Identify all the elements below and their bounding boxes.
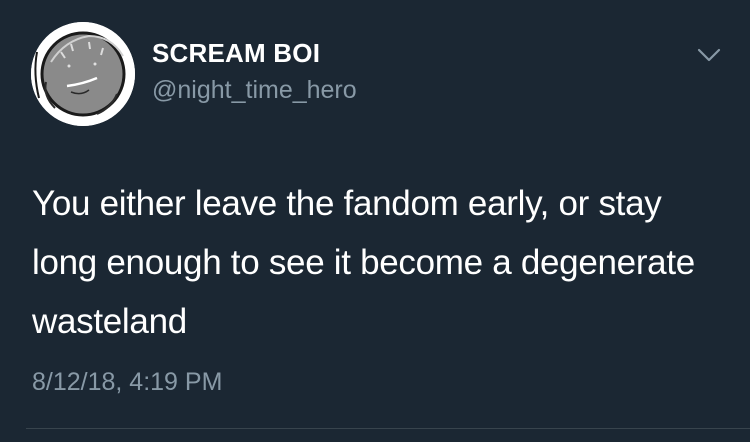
user-handle[interactable]: @night_time_hero bbox=[152, 76, 357, 105]
tweet-card: SCREAM BOI @night_time_hero You either l… bbox=[0, 0, 750, 442]
chevron-down-icon bbox=[697, 48, 721, 62]
divider bbox=[26, 428, 750, 429]
tweet-text: You either leave the fandom early, or st… bbox=[32, 184, 695, 341]
avatar[interactable] bbox=[31, 22, 135, 126]
tweet-menu-button[interactable] bbox=[694, 44, 724, 66]
tweet-timestamp[interactable]: 8/12/18, 4:19 PM bbox=[32, 368, 222, 397]
sketched-face-icon bbox=[31, 22, 135, 126]
display-name[interactable]: SCREAM BOI bbox=[152, 38, 320, 69]
